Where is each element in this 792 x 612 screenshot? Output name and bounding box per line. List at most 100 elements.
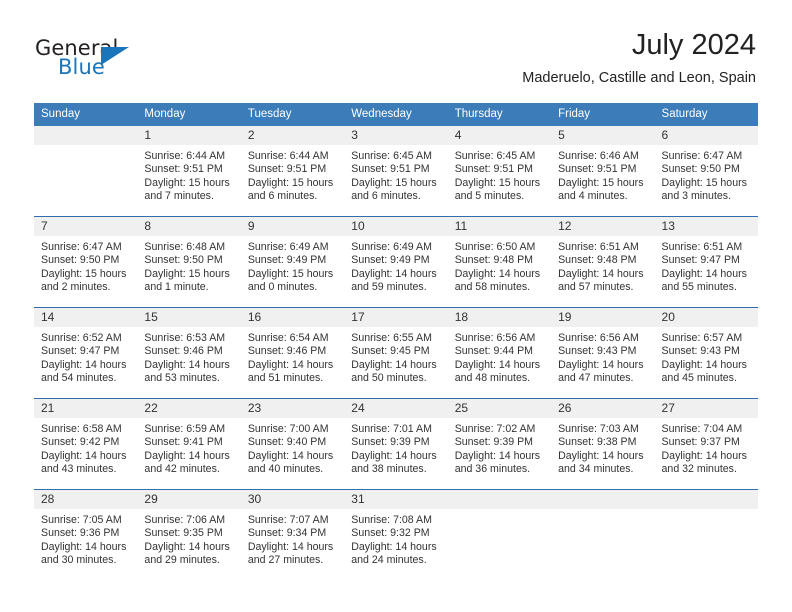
day-number bbox=[447, 490, 552, 509]
day-number: 19 bbox=[551, 308, 655, 327]
sunset-text: Sunset: 9:46 PM bbox=[144, 345, 223, 358]
daylight-text: Daylight: 14 hours and 45 minutes. bbox=[661, 358, 747, 384]
day-number: 22 bbox=[137, 399, 241, 418]
day-details: Sunrise: 6:51 AM Sunset: 9:47 PM Daylight:… bbox=[655, 236, 758, 294]
day-number: 24 bbox=[344, 399, 448, 418]
daylight-text: Daylight: 15 hours and 7 minutes. bbox=[144, 176, 230, 202]
calendar-day-cell[interactable]: 22 Sunrise: 6:59 AM Sunset: 9:41 PM Dayligh… bbox=[137, 399, 241, 489]
day-details: Sunrise: 7:05 AM Sunset: 9:36 PM Daylight:… bbox=[34, 509, 137, 567]
calendar-day-cell[interactable]: 7 Sunrise: 6:47 AM Sunset: 9:50 PM Daylight… bbox=[34, 217, 138, 307]
calendar-day-cell[interactable]: 6 Sunrise: 6:47 AM Sunset: 9:50 PM Daylight… bbox=[654, 126, 758, 216]
weekday-header-monday: Monday bbox=[137, 103, 241, 126]
calendar-day-cell[interactable]: 17 Sunrise: 6:55 AM Sunset: 9:45 PM Dayligh… bbox=[344, 308, 448, 398]
calendar-week-row: 21 Sunrise: 6:58 AM Sunset: 9:42 PM Dayligh… bbox=[34, 398, 758, 490]
day-number: 13 bbox=[654, 217, 758, 236]
daylight-text: Daylight: 14 hours and 24 minutes. bbox=[351, 540, 437, 566]
day-number: 28 bbox=[34, 490, 138, 509]
sunrise-text: Sunrise: 6:51 AM bbox=[558, 241, 639, 253]
day-details: Sunrise: 6:50 AM Sunset: 9:48 PM Daylight:… bbox=[448, 236, 551, 294]
sunset-text: Sunset: 9:32 PM bbox=[351, 527, 430, 540]
sunrise-text: Sunrise: 7:05 AM bbox=[41, 514, 122, 526]
daylight-text: Daylight: 14 hours and 53 minutes. bbox=[144, 358, 230, 384]
day-number: 16 bbox=[240, 308, 345, 327]
calendar-day-cell[interactable]: 8 Sunrise: 6:48 AM Sunset: 9:50 PM Daylight… bbox=[137, 217, 241, 307]
daylight-text: Daylight: 15 hours and 6 minutes. bbox=[247, 176, 334, 202]
daylight-text: Daylight: 14 hours and 30 minutes. bbox=[41, 540, 127, 566]
sunrise-text: Sunrise: 6:54 AM bbox=[247, 332, 329, 344]
daylight-text: Daylight: 14 hours and 42 minutes. bbox=[144, 449, 230, 475]
sunset-text: Sunset: 9:41 PM bbox=[144, 436, 223, 449]
sunset-text: Sunset: 9:45 PM bbox=[351, 345, 430, 358]
sunrise-text: Sunrise: 6:45 AM bbox=[351, 150, 432, 162]
sunrise-text: Sunrise: 7:06 AM bbox=[144, 514, 226, 526]
sunrise-text: Sunrise: 6:49 AM bbox=[351, 241, 432, 253]
calendar-day-cell[interactable]: 26 Sunrise: 7:03 AM Sunset: 9:38 PM Dayligh… bbox=[551, 399, 655, 489]
calendar-day-cell[interactable]: 16 Sunrise: 6:54 AM Sunset: 9:46 PM Dayligh… bbox=[240, 308, 345, 398]
calendar-day-cell[interactable]: 1 Sunrise: 6:44 AM Sunset: 9:51 PM Daylight… bbox=[137, 126, 241, 216]
daylight-text: Daylight: 15 hours and 6 minutes. bbox=[351, 176, 437, 202]
day-number bbox=[551, 490, 655, 509]
calendar-day-cell[interactable]: 30 Sunrise: 7:07 AM Sunset: 9:34 PM Dayligh… bbox=[240, 490, 345, 580]
calendar-day-cell[interactable]: 20 Sunrise: 6:57 AM Sunset: 9:43 PM Dayligh… bbox=[654, 308, 758, 398]
sunrise-text: Sunrise: 6:47 AM bbox=[41, 241, 122, 253]
calendar-day-cell[interactable]: 27 Sunrise: 7:04 AM Sunset: 9:37 PM Dayligh… bbox=[654, 399, 758, 489]
calendar-week-row: 7 Sunrise: 6:47 AM Sunset: 9:50 PM Daylight… bbox=[34, 216, 758, 308]
sunrise-text: Sunrise: 6:59 AM bbox=[144, 423, 226, 435]
sunrise-text: Sunrise: 7:01 AM bbox=[351, 423, 432, 435]
calendar-day-cell[interactable]: 2 Sunrise: 6:44 AM Sunset: 9:51 PM Daylight… bbox=[240, 126, 345, 216]
day-number: 30 bbox=[240, 490, 345, 509]
day-details: Sunrise: 6:44 AM Sunset: 9:51 PM Daylight:… bbox=[137, 145, 240, 203]
calendar-day-cell[interactable]: 12 Sunrise: 6:51 AM Sunset: 9:48 PM Dayligh… bbox=[551, 217, 655, 307]
day-details: Sunrise: 6:57 AM Sunset: 9:43 PM Daylight:… bbox=[655, 327, 758, 385]
daylight-text: Daylight: 14 hours and 54 minutes. bbox=[41, 358, 127, 384]
calendar-day-cell[interactable]: 31 Sunrise: 7:08 AM Sunset: 9:32 PM Dayligh… bbox=[344, 490, 448, 580]
sunrise-text: Sunrise: 6:48 AM bbox=[144, 241, 226, 253]
calendar-day-cell[interactable]: 9 Sunrise: 6:49 AM Sunset: 9:49 PM Daylight… bbox=[240, 217, 345, 307]
daylight-text: Daylight: 14 hours and 51 minutes. bbox=[247, 358, 334, 384]
calendar-day-cell[interactable]: 10 Sunrise: 6:49 AM Sunset: 9:49 PM Dayligh… bbox=[344, 217, 448, 307]
day-number: 25 bbox=[447, 399, 552, 418]
day-details: Sunrise: 6:44 AM Sunset: 9:51 PM Daylight:… bbox=[241, 145, 344, 203]
calendar-day-cell[interactable]: 28 Sunrise: 7:05 AM Sunset: 9:36 PM Dayligh… bbox=[34, 490, 138, 580]
day-number: 12 bbox=[551, 217, 655, 236]
day-details: Sunrise: 7:00 AM Sunset: 9:40 PM Daylight:… bbox=[241, 418, 344, 476]
day-number: 4 bbox=[447, 126, 552, 145]
sunrise-text: Sunrise: 6:44 AM bbox=[247, 150, 329, 162]
calendar-day-cell[interactable]: 24 Sunrise: 7:01 AM Sunset: 9:39 PM Dayligh… bbox=[344, 399, 448, 489]
general-blue-logo[interactable]: General Blue bbox=[35, 36, 235, 86]
calendar-day-cell[interactable]: 13 Sunrise: 6:51 AM Sunset: 9:47 PM Dayligh… bbox=[654, 217, 758, 307]
calendar-day-cell[interactable]: 29 Sunrise: 7:06 AM Sunset: 9:35 PM Dayligh… bbox=[137, 490, 241, 580]
weekday-header-tuesday: Tuesday bbox=[240, 103, 345, 126]
calendar-day-cell[interactable]: 21 Sunrise: 6:58 AM Sunset: 9:42 PM Dayligh… bbox=[34, 399, 138, 489]
day-details: Sunrise: 7:03 AM Sunset: 9:38 PM Daylight:… bbox=[551, 418, 654, 476]
sunset-text: Sunset: 9:37 PM bbox=[661, 436, 740, 449]
day-number: 10 bbox=[344, 217, 448, 236]
daylight-text: Daylight: 14 hours and 48 minutes. bbox=[454, 358, 541, 384]
calendar-day-cell[interactable]: 3 Sunrise: 6:45 AM Sunset: 9:51 PM Daylight… bbox=[344, 126, 448, 216]
daylight-text: Daylight: 14 hours and 58 minutes. bbox=[454, 267, 541, 293]
calendar-day-cell[interactable]: 18 Sunrise: 6:56 AM Sunset: 9:44 PM Dayligh… bbox=[447, 308, 552, 398]
calendar-day-cell[interactable]: 15 Sunrise: 6:53 AM Sunset: 9:46 PM Dayligh… bbox=[137, 308, 241, 398]
calendar-day-cell[interactable]: 14 Sunrise: 6:52 AM Sunset: 9:47 PM Dayligh… bbox=[34, 308, 138, 398]
day-number: 17 bbox=[344, 308, 448, 327]
day-number: 3 bbox=[344, 126, 448, 145]
calendar-day-cell[interactable]: 11 Sunrise: 6:50 AM Sunset: 9:48 PM Dayligh… bbox=[447, 217, 552, 307]
sunrise-text: Sunrise: 7:04 AM bbox=[661, 423, 743, 435]
sunset-text: Sunset: 9:39 PM bbox=[454, 436, 534, 449]
sunrise-text: Sunrise: 6:56 AM bbox=[454, 332, 536, 344]
page-title: July 2024 bbox=[631, 29, 756, 61]
sunrise-text: Sunrise: 6:47 AM bbox=[661, 150, 743, 162]
day-details: Sunrise: 7:07 AM Sunset: 9:34 PM Daylight:… bbox=[241, 509, 344, 567]
day-details: Sunrise: 6:45 AM Sunset: 9:51 PM Daylight:… bbox=[344, 145, 447, 203]
daylight-text: Daylight: 14 hours and 27 minutes. bbox=[247, 540, 334, 566]
calendar-day-cell[interactable]: 23 Sunrise: 7:00 AM Sunset: 9:40 PM Dayligh… bbox=[240, 399, 345, 489]
day-details: Sunrise: 7:02 AM Sunset: 9:39 PM Daylight:… bbox=[448, 418, 551, 476]
calendar-day-cell[interactable]: 25 Sunrise: 7:02 AM Sunset: 9:39 PM Dayligh… bbox=[447, 399, 552, 489]
calendar-day-cell[interactable]: 5 Sunrise: 6:46 AM Sunset: 9:51 PM Daylight… bbox=[551, 126, 655, 216]
weekday-header-saturday: Saturday bbox=[654, 103, 758, 126]
weekday-header-sunday: Sunday bbox=[34, 103, 138, 126]
calendar-day-cell[interactable]: 4 Sunrise: 6:45 AM Sunset: 9:51 PM Daylight… bbox=[447, 126, 552, 216]
day-number: 6 bbox=[654, 126, 758, 145]
sunrise-text: Sunrise: 6:50 AM bbox=[454, 241, 536, 253]
calendar-day-cell[interactable]: 19 Sunrise: 6:56 AM Sunset: 9:43 PM Dayligh… bbox=[551, 308, 655, 398]
